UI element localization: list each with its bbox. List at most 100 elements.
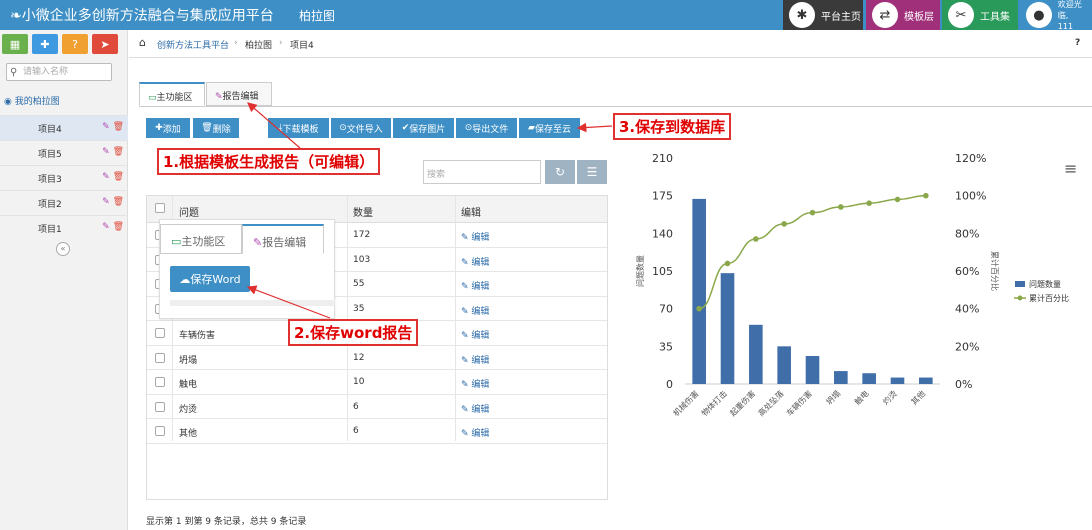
add-row-button[interactable]: ✚ 添加 xyxy=(146,118,190,138)
delete-icon[interactable]: 🗑 xyxy=(113,197,124,207)
chart-menu-icon[interactable]: ≡ xyxy=(1064,159,1077,178)
edit-link[interactable]: ✎ 编辑 xyxy=(461,377,489,390)
cell-problem: 其他 xyxy=(179,429,198,439)
popup-tab-main[interactable]: ▭主功能区 xyxy=(160,224,242,254)
y-tick-label: 35 xyxy=(659,340,673,353)
row-checkbox[interactable] xyxy=(155,401,165,412)
delete-row-button[interactable]: 🗑 删除 xyxy=(193,118,239,138)
bar xyxy=(919,377,933,384)
save-word-button[interactable]: ☁ 保存Word xyxy=(170,266,250,292)
edit-icon: ✎ xyxy=(461,331,469,341)
pagination-info: 显示第 1 到第 9 条记录，总共 9 条记录 xyxy=(146,517,307,527)
delete-icon[interactable]: 🗑 xyxy=(113,222,124,232)
y-tick-label: 105 xyxy=(652,265,673,278)
breadcrumb-link-platform[interactable]: 创新方法工具平台 xyxy=(157,38,229,51)
help-button[interactable]: ? xyxy=(62,34,88,54)
download-template-button[interactable]: ⤓ 下载模板 xyxy=(268,118,329,138)
monitor-icon: ▭ xyxy=(171,235,182,248)
edit-icon[interactable]: ✎ xyxy=(102,222,110,232)
bar xyxy=(805,356,820,384)
row-checkbox[interactable] xyxy=(155,352,165,363)
table-row[interactable]: 触电 10 ✎ 编辑 xyxy=(147,370,607,395)
x-tick-label: 起重伤害 xyxy=(728,388,758,418)
tab-report-edit[interactable]: ✎报告编辑 xyxy=(206,82,272,106)
breadcrumb-link-pareto[interactable]: 柏拉图 xyxy=(245,38,272,51)
y-tick-label: 140 xyxy=(652,227,673,240)
import-file-button[interactable]: ⊙ 文件导入 xyxy=(331,118,391,138)
breadcrumb: ⌂ 创新方法工具平台 › 柏拉图 › 项目4 ? xyxy=(129,30,1092,58)
edit-link[interactable]: ✎ 编辑 xyxy=(461,353,489,366)
select-all-checkbox[interactable] xyxy=(155,203,165,213)
legend-swatch-bars xyxy=(1015,281,1025,287)
table-row[interactable]: 其他 6 ✎ 编辑 xyxy=(147,419,607,444)
edit-icon[interactable]: ✎ xyxy=(102,172,110,182)
legend-swatch-point xyxy=(1017,295,1023,301)
filter-input[interactable]: 搜索 xyxy=(423,160,541,184)
line-point xyxy=(696,305,702,312)
leaf-icon: ❧ xyxy=(10,8,22,24)
popup-tab-report-edit[interactable]: ✎报告编辑 xyxy=(242,224,324,254)
y-tick-label: 175 xyxy=(652,190,673,203)
tree-item-project5[interactable]: 项目5 ✎ 🗑 xyxy=(0,140,128,165)
tree-item-project2[interactable]: 项目2 ✎ 🗑 xyxy=(0,190,128,215)
edit-icon: ✎ xyxy=(461,257,469,268)
x-tick-label: 物体打击 xyxy=(699,388,729,418)
edit-link[interactable]: ✎ 编辑 xyxy=(461,304,489,317)
table-row[interactable]: 灼烫 6 ✎ 编辑 xyxy=(147,395,607,419)
send-button[interactable]: ➤ xyxy=(92,34,118,54)
y2-tick-label: 80% xyxy=(955,227,979,240)
tree-item-project1[interactable]: 项目1 ✎ 🗑 xyxy=(0,215,128,240)
search-input[interactable]: ⚲ 请输入名称 xyxy=(6,63,112,81)
delete-icon[interactable]: 🗑 xyxy=(113,122,124,132)
refresh-button[interactable]: ↻ xyxy=(545,160,575,184)
save-image-button[interactable]: ✔ 保存图片 xyxy=(393,118,454,138)
grid-view-button[interactable]: ▦ xyxy=(2,34,28,54)
edit-icon[interactable]: ✎ xyxy=(102,122,110,132)
edit-link[interactable]: ✎ 编辑 xyxy=(461,328,489,341)
edit-link[interactable]: ✎ 编辑 xyxy=(461,255,489,268)
edit-link[interactable]: ✎ 编辑 xyxy=(461,426,489,439)
collapse-sidebar-button[interactable]: « xyxy=(56,242,70,256)
edit-link[interactable]: ✎ 编辑 xyxy=(461,230,489,243)
folder-icon: ▰ xyxy=(528,123,535,133)
delete-icon[interactable]: 🗑 xyxy=(113,147,124,157)
y2-tick-label: 120% xyxy=(955,152,986,165)
table-row[interactable]: 坍塌 12 ✎ 编辑 xyxy=(147,346,607,370)
report-popup: ▭主功能区 ✎报告编辑 ☁ 保存Word xyxy=(159,219,335,319)
row-checkbox[interactable] xyxy=(155,426,165,436)
avatar-icon: ● xyxy=(1026,2,1052,28)
col-header-problem[interactable]: 问题 xyxy=(179,204,199,219)
help-icon[interactable]: ? xyxy=(1075,38,1080,48)
edit-link[interactable]: ✎ 编辑 xyxy=(461,402,489,415)
line-point xyxy=(809,209,816,216)
columns-button[interactable]: ☰ xyxy=(577,160,607,184)
add-button[interactable]: ✚ xyxy=(32,34,58,54)
user-menu[interactable]: ● 欢迎光临, 111 xyxy=(1020,0,1092,31)
cell-count: 55 xyxy=(353,279,365,289)
row-checkbox[interactable] xyxy=(155,377,165,387)
delete-icon[interactable]: 🗑 xyxy=(113,172,124,182)
edit-icon[interactable]: ✎ xyxy=(102,197,110,207)
list-icon: ☰ xyxy=(586,165,598,179)
nav-template-layer[interactable]: ⇄ 模板层 xyxy=(866,0,940,30)
edit-icon[interactable]: ✎ xyxy=(102,147,110,157)
check-icon: ✔ xyxy=(401,123,410,133)
tree-item-project3[interactable]: 项目3 ✎ 🗑 xyxy=(0,165,128,190)
tree-root[interactable]: ◉ 我的柏拉图 xyxy=(4,94,60,107)
cell-problem: 车辆伤害 xyxy=(179,331,216,341)
nav-platform-home[interactable]: ✱ 平台主页 xyxy=(783,0,863,30)
bar xyxy=(862,373,876,384)
save-cloud-button[interactable]: ▰ 保存至云 xyxy=(519,118,580,138)
refresh-icon: ↻ xyxy=(554,165,566,179)
edit-link[interactable]: ✎ 编辑 xyxy=(461,279,489,292)
tree-item-project4[interactable]: 项目4 ✎ 🗑 xyxy=(0,115,128,140)
x-tick-label: 触电 xyxy=(852,388,870,406)
tab-main[interactable]: ▭主功能区 xyxy=(139,82,205,106)
line-point xyxy=(838,204,844,210)
row-checkbox[interactable] xyxy=(155,328,165,338)
home-icon[interactable]: ⌂ xyxy=(139,36,146,49)
nav-toolset[interactable]: ✂ 工具集 xyxy=(942,0,1018,30)
export-file-button[interactable]: ⊙ 导出文件 xyxy=(456,118,517,138)
col-header-count[interactable]: 数量 xyxy=(353,204,373,219)
y2-tick-label: 100% xyxy=(955,190,986,203)
